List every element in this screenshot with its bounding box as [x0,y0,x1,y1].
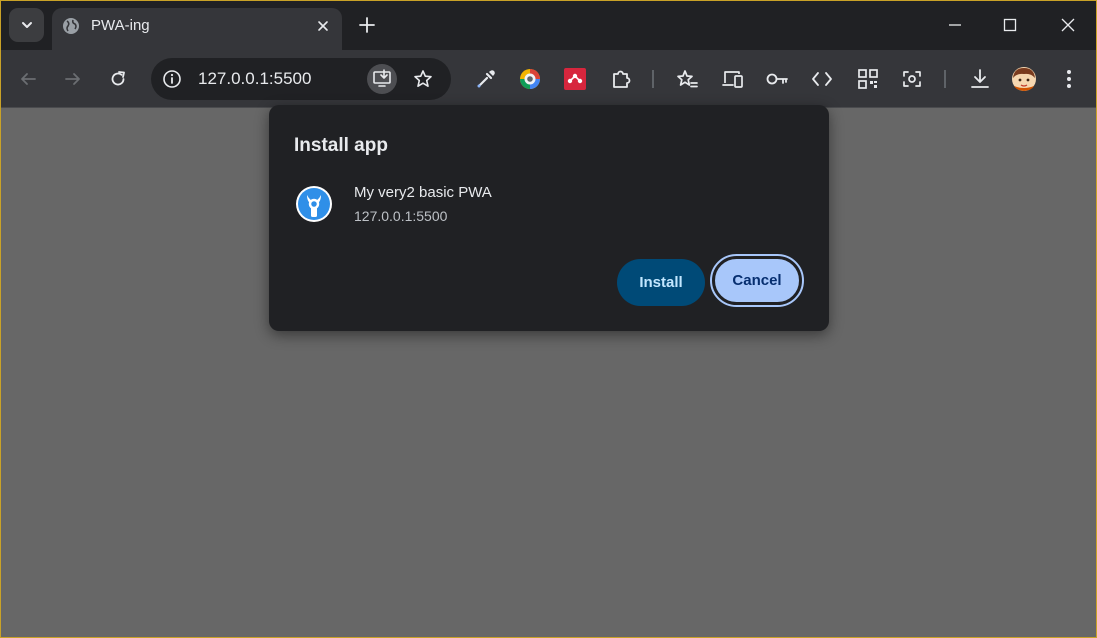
color-picker-icon[interactable] [517,66,543,92]
reload-button[interactable] [105,66,131,92]
minimize-button[interactable] [938,8,972,42]
tab-strip: PWA-ing [0,0,1097,50]
tab-title: PWA-ing [91,17,150,34]
maximize-button[interactable] [993,8,1027,42]
reading-list-star-icon[interactable] [674,66,700,92]
forward-arrow-icon [65,73,80,85]
app-url: 127.0.0.1:5500 [354,208,448,224]
app-icon [296,186,332,222]
address-bar[interactable]: 127.0.0.1:5500 [151,58,451,100]
install-app-dialog: Install app My very2 basic PWA 127.0.0.1… [269,105,829,331]
globe-icon [63,18,79,34]
site-info-icon[interactable] [161,68,183,90]
tab-pwa-ing[interactable]: PWA-ing [52,8,342,50]
app-name: My very2 basic PWA [354,184,492,201]
close-window-icon [1061,18,1075,32]
bookmark-star-icon[interactable] [411,67,435,91]
eyedropper-icon[interactable] [473,66,499,92]
puzzle-icon[interactable] [608,66,634,92]
minimize-icon [949,24,961,26]
install-app-icon[interactable] [367,64,397,94]
dialog-title: Install app [294,135,388,156]
reload-icon [111,71,125,86]
device-toolbar-icon[interactable] [720,66,746,92]
chevron-down-icon [21,22,32,28]
toolbar: 127.0.0.1:5500 [0,50,1097,108]
back-button[interactable] [15,66,41,92]
maximize-icon [1003,18,1017,32]
qr-code-icon[interactable] [855,66,881,92]
new-tab-button[interactable] [355,13,379,37]
toolbar-separator [652,70,654,88]
code-icon[interactable] [809,66,835,92]
back-arrow-icon [21,73,36,85]
profile-avatar[interactable] [1011,66,1037,92]
password-key-icon[interactable] [764,66,790,92]
plus-icon [359,17,375,33]
lens-icon[interactable] [899,66,925,92]
toolbar-separator-2 [944,70,946,88]
download-icon[interactable] [967,66,993,92]
cancel-button[interactable]: Cancel [710,254,804,307]
url-text[interactable]: 127.0.0.1:5500 [198,69,311,89]
window-close-button[interactable] [1051,8,1085,42]
forward-button[interactable] [60,66,86,92]
tab-search-button[interactable] [9,8,44,42]
more-menu-icon[interactable] [1056,66,1082,92]
install-button[interactable]: Install [617,259,705,306]
close-icon[interactable] [313,16,333,36]
mendeley-icon[interactable] [562,66,588,92]
